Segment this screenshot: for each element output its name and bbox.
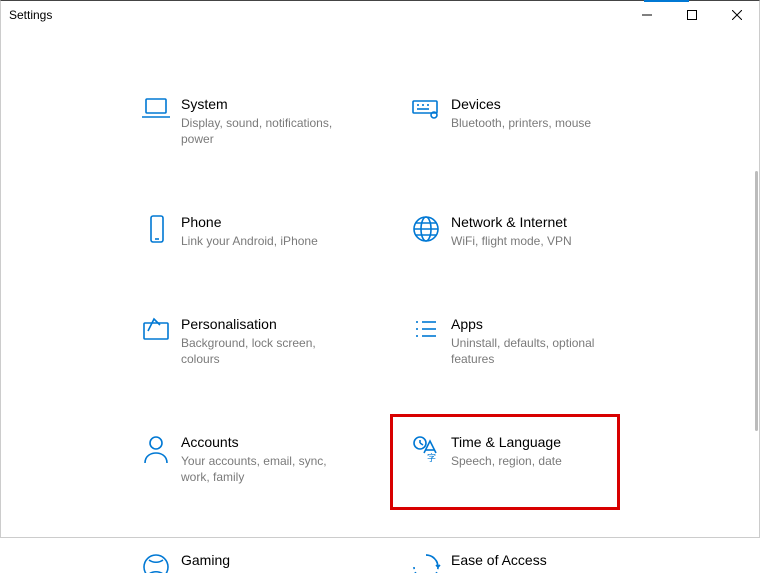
- tile-devices[interactable]: Devices Bluetooth, printers, mouse: [401, 89, 671, 155]
- tile-title: Apps: [451, 315, 621, 333]
- list-icon: [401, 315, 451, 343]
- svg-text:字: 字: [427, 452, 436, 463]
- close-button[interactable]: [714, 1, 759, 29]
- minimize-button[interactable]: [624, 1, 669, 29]
- tile-subtitle: Uninstall, defaults, optional features: [451, 335, 621, 367]
- tile-title: Gaming: [181, 551, 230, 569]
- paint-icon: [131, 315, 181, 343]
- tile-apps[interactable]: Apps Uninstall, defaults, optional featu…: [401, 309, 671, 375]
- tile-personalisation[interactable]: Personalisation Background, lock screen,…: [131, 309, 401, 375]
- scrollbar-thumb[interactable]: [755, 171, 758, 431]
- globe-icon: [401, 213, 451, 245]
- person-icon: [131, 433, 181, 465]
- laptop-icon: [131, 95, 181, 123]
- time-language-icon: 字: [401, 433, 451, 465]
- tile-subtitle: Your accounts, email, sync, work, family: [181, 453, 351, 485]
- xbox-icon: [131, 551, 181, 573]
- tile-subtitle: Link your Android, iPhone: [181, 233, 318, 249]
- tile-title: Personalisation: [181, 315, 351, 333]
- tile-title: System: [181, 95, 351, 113]
- tile-title: Ease of Access: [451, 551, 547, 569]
- phone-icon: [131, 213, 181, 245]
- tile-gaming[interactable]: Gaming: [131, 545, 401, 573]
- tile-title: Network & Internet: [451, 213, 572, 231]
- tile-subtitle: Background, lock screen, colours: [181, 335, 351, 367]
- tile-title: Accounts: [181, 433, 351, 451]
- tile-subtitle: Bluetooth, printers, mouse: [451, 115, 591, 131]
- maximize-button[interactable]: [669, 1, 714, 29]
- tile-title: Time & Language: [451, 433, 562, 451]
- window-title: Settings: [9, 8, 52, 22]
- tile-title: Phone: [181, 213, 318, 231]
- tile-subtitle: Speech, region, date: [451, 453, 562, 469]
- tile-subtitle: WiFi, flight mode, VPN: [451, 233, 572, 249]
- tile-ease-of-access[interactable]: Ease of Access: [401, 545, 671, 573]
- keyboard-icon: [401, 95, 451, 123]
- tile-phone[interactable]: Phone Link your Android, iPhone: [131, 207, 401, 257]
- settings-grid: System Display, sound, notifications, po…: [1, 29, 759, 573]
- accent-stripe: [644, 0, 689, 2]
- ease-of-access-icon: [401, 551, 451, 573]
- tile-accounts[interactable]: Accounts Your accounts, email, sync, wor…: [131, 427, 401, 493]
- tile-system[interactable]: System Display, sound, notifications, po…: [131, 89, 401, 155]
- tile-title: Devices: [451, 95, 591, 113]
- tile-subtitle: Display, sound, notifications, power: [181, 115, 351, 147]
- tile-network-internet[interactable]: Network & Internet WiFi, flight mode, VP…: [401, 207, 671, 257]
- tile-time-language[interactable]: 字 Time & Language Speech, region, date: [401, 427, 671, 493]
- titlebar: Settings: [1, 1, 759, 29]
